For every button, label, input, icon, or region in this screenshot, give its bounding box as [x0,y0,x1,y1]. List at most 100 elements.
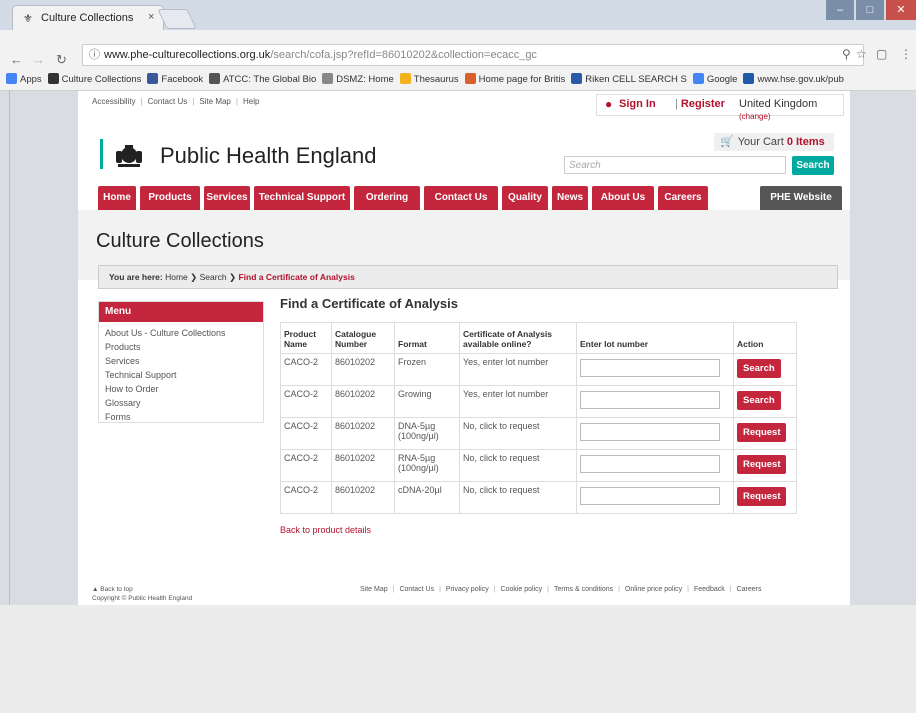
bookmark-item[interactable]: www.hse.gov.uk/pub [743,70,844,90]
footer-link[interactable]: Online price policy [625,586,682,593]
star-icon[interactable]: ☆ [856,47,867,61]
nav-item[interactable]: Quality [502,186,548,210]
footer-link[interactable]: Terms & conditions [554,586,613,593]
window-background [0,605,916,713]
address-bar[interactable]: ⓘ www.phe-culturecollections.org.uk/searc… [82,44,864,66]
menu-kebab-icon[interactable]: ⋮ [900,47,912,61]
menu-item[interactable]: Glossary [99,396,263,410]
site-search-button[interactable]: Search [792,156,834,175]
menu-item[interactable]: Technical Support [99,368,263,382]
royal-crest-icon [116,145,142,167]
utility-link[interactable]: Accessibility [92,97,136,106]
lot-number-input[interactable] [580,391,720,409]
zoom-icon[interactable]: ⚲ [842,47,851,61]
bookmark-item[interactable]: Culture Collections [47,70,141,90]
country-selector[interactable]: United Kingdom (change) [739,98,843,122]
table-row: CACO-2 86010202 DNA-5µg (100ng/µl) No, clic… [280,417,797,450]
menu-item[interactable]: Forms [99,410,263,424]
site-search-input[interactable]: Search [564,156,786,174]
separator: | [140,97,143,106]
utility-link[interactable]: Help [243,97,259,106]
request-button[interactable]: Request [737,423,787,442]
cell-format: cDNA-20µl [394,481,460,514]
sign-in-link[interactable]: Sign In [619,98,656,110]
cell-available: Yes, enter lot number [459,385,577,418]
back-to-product-link[interactable]: Back to product details [280,525,371,535]
bookmark-item[interactable]: Google [692,70,738,90]
back-to-top-label: Back to top [100,586,133,593]
bookmark-item[interactable]: Riken CELL SEARCH S [571,70,687,90]
nav-item[interactable]: Technical Support [254,186,350,210]
back-to-top-link[interactable]: ▲ Back to top [92,585,192,594]
separator: | [493,586,496,593]
lot-number-input[interactable] [580,423,720,441]
search-button[interactable]: Search [737,391,781,410]
footer-link[interactable]: Feedback [694,586,725,593]
footer-link[interactable]: Careers [737,586,762,593]
nav-item[interactable]: Ordering [354,186,420,210]
nav-item[interactable]: Home [98,186,136,210]
cell-action: Search [733,353,797,386]
reload-icon[interactable]: ↻ [56,52,67,68]
menu-list: About Us - Culture Collections Products Se… [99,326,263,424]
cart-summary[interactable]: 🛒 Your Cart 0 Items [714,133,834,151]
utility-link[interactable]: Site Map [199,97,231,106]
nav-item[interactable]: Contact Us [424,186,498,210]
menu-item[interactable]: Services [99,354,263,368]
maximize-icon[interactable]: □ [856,0,884,20]
table-row: CACO-2 86010202 cDNA-20µl No, click to requ… [280,481,797,514]
bookmark-item[interactable]: Facebook [147,70,203,90]
bookmark-item[interactable]: Apps [6,70,42,90]
bookmark-item[interactable]: DSMZ: Home [322,70,394,90]
footer-link[interactable]: Contact Us [399,586,434,593]
cart-icon: 🛒 [720,136,734,148]
bookmark-item[interactable]: Home page for Britis [464,70,565,90]
forward-arrow-icon[interactable]: → [32,52,45,67]
bookmark-item[interactable]: ATCC: The Global Bio [209,70,316,90]
utility-link[interactable]: Contact Us [148,97,188,106]
extension-icon[interactable]: ▢ [876,47,887,61]
lot-number-input[interactable] [580,487,720,505]
cell-catalogue: 86010202 [331,481,395,514]
browser-tab[interactable]: ⚜ Culture Collections × [12,5,164,31]
bookmark-label: Apps [20,74,42,85]
up-arrow-icon: ▲ [92,586,101,593]
search-button[interactable]: Search [737,359,781,378]
change-country-link[interactable]: (change) [739,112,771,121]
bookmark-label: Riken CELL SEARCH S [585,74,687,85]
bookmark-item[interactable]: Thesaurus [399,70,459,90]
breadcrumb-home[interactable]: Home [165,272,188,282]
nav-item[interactable]: Services [204,186,250,210]
nav-item[interactable]: PHE Website [760,186,842,210]
org-name[interactable]: Public Health England [160,143,376,169]
breadcrumb-search[interactable]: Search [200,272,227,282]
cell-action: Request [733,481,797,514]
nav-item[interactable]: About Us [592,186,654,210]
nav-item[interactable]: Products [140,186,200,210]
minimize-icon[interactable]: – [826,0,854,20]
back-arrow-icon[interactable]: ← [10,52,23,67]
menu-item[interactable]: Products [99,340,263,354]
cell-catalogue: 86010202 [331,417,395,450]
request-button[interactable]: Request [737,487,787,506]
bookmark-label: Google [706,74,738,85]
separator: | [729,586,732,593]
request-button[interactable]: Request [737,455,787,474]
lot-number-input[interactable] [580,359,720,377]
footer-link[interactable]: Site Map [360,586,388,593]
bookmark-label: ATCC: The Global Bio [223,74,317,85]
bookmark-label: Facebook [161,74,204,85]
menu-item[interactable]: About Us - Culture Collections [99,326,263,340]
account-bar: ● Sign In Register United Kingdom (chang… [596,94,844,121]
register-link[interactable]: Register [675,98,725,110]
nav-item[interactable]: News [552,186,588,210]
close-window-icon[interactable]: ✕ [886,0,916,20]
lot-number-input[interactable] [580,455,720,473]
footer-link[interactable]: Cookie policy [501,586,543,593]
footer-link[interactable]: Privacy policy [446,586,489,593]
menu-item[interactable]: How to Order [99,382,263,396]
cofa-table: Product Name Catalogue Number Format Certif… [280,322,797,514]
tab-close-icon[interactable]: × [148,11,154,23]
column-header: Product Name [280,322,332,354]
nav-item[interactable]: Careers [658,186,708,210]
